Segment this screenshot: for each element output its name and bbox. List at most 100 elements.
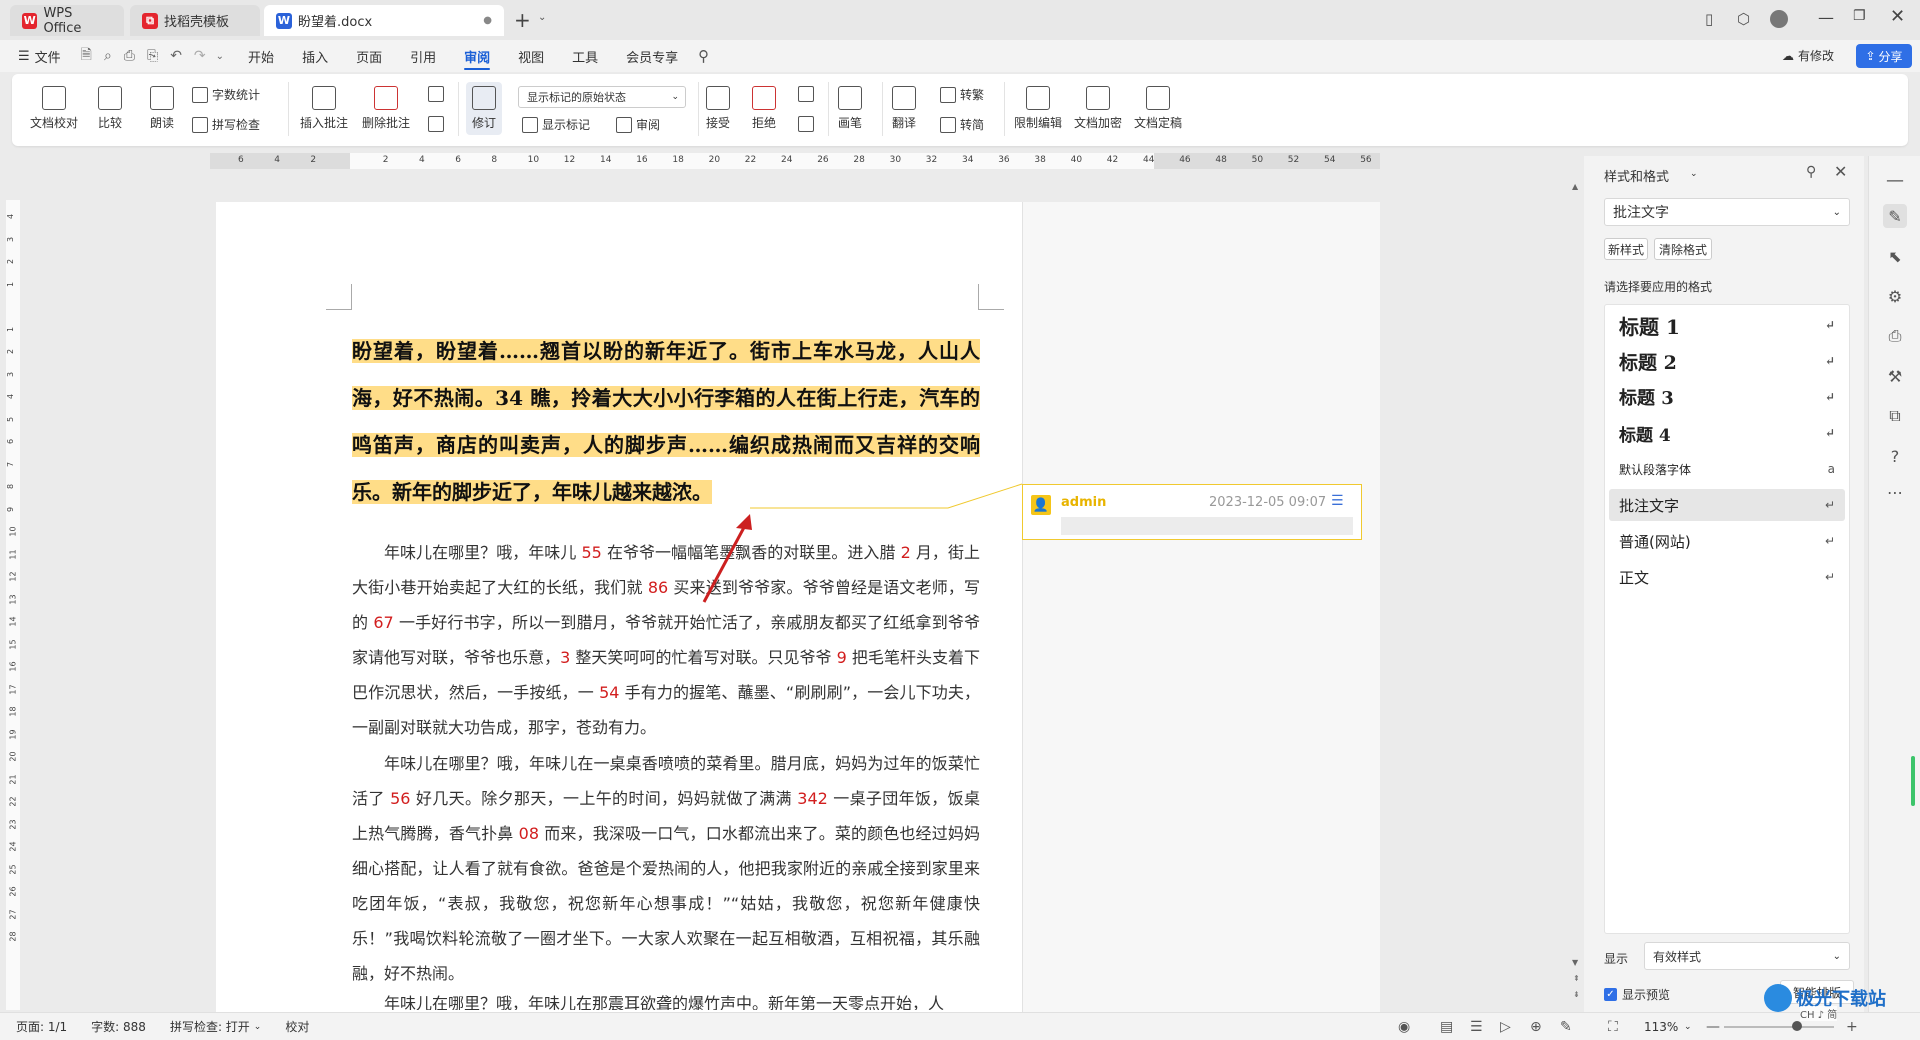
save-icon[interactable]: 🗎	[81, 44, 92, 68]
changes-indicator[interactable]: ☁ 有修改	[1782, 47, 1834, 64]
ink-button[interactable]: 画笔	[838, 86, 862, 131]
zoom-slider-thumb[interactable]	[1792, 1021, 1802, 1031]
help-icon[interactable]: ?	[1883, 444, 1907, 468]
zoom-level[interactable]: 113%	[1644, 1020, 1678, 1034]
style-heading-2[interactable]: 标题 2 ↵	[1609, 345, 1845, 377]
insert-comment-button[interactable]: 插入批注	[300, 86, 348, 131]
more-icon[interactable]: ⋯	[1883, 480, 1907, 504]
style-heading-3[interactable]: 标题 3 ↵	[1609, 381, 1845, 413]
comment-input[interactable]	[1061, 517, 1353, 535]
print-icon[interactable]: ⎙	[124, 48, 135, 64]
compare-button[interactable]: 比较	[98, 86, 122, 131]
settings-sliders-icon[interactable]: ⚙	[1883, 284, 1907, 308]
scroll-up-icon[interactable]: ▲	[1572, 182, 1578, 191]
reject-button[interactable]: 拒绝	[752, 86, 776, 131]
to-simplified-button[interactable]: 转简	[940, 116, 984, 133]
menu-references[interactable]: 引用	[396, 40, 450, 72]
menu-insert[interactable]: 插入	[288, 40, 342, 72]
next-change-button[interactable]	[798, 116, 818, 132]
zoom-slider[interactable]	[1724, 1021, 1834, 1031]
menu-home[interactable]: 开始	[234, 40, 288, 72]
menu-tools[interactable]: 工具	[558, 40, 612, 72]
avatar[interactable]	[1770, 10, 1788, 28]
menu-member[interactable]: 会员专享	[612, 40, 692, 72]
scroll-down-icon[interactable]: ▼	[1572, 958, 1578, 967]
search-icon[interactable]: ⚲	[698, 47, 709, 65]
next-page-icon[interactable]: ⇟	[1573, 990, 1580, 999]
restrict-edit-button[interactable]: 限制编辑	[1014, 86, 1062, 131]
current-style-select[interactable]: 批注文字 ⌄	[1604, 198, 1850, 226]
pen-mode-icon[interactable]: ✎	[1560, 1019, 1572, 1035]
style-comment-text[interactable]: 批注文字 ↵	[1609, 489, 1845, 521]
style-heading-1[interactable]: 标题 1 ↵	[1609, 309, 1845, 341]
proofread-button[interactable]: 文档校对	[30, 86, 78, 131]
page-view-icon[interactable]: ▤	[1440, 1019, 1453, 1035]
delete-comment-button[interactable]: 删除批注	[362, 86, 410, 131]
encrypt-button[interactable]: 文档加密	[1074, 86, 1122, 131]
clear-format-button[interactable]: 清除格式	[1654, 238, 1712, 260]
tools-icon[interactable]: ⚒	[1883, 364, 1907, 388]
track-changes-button[interactable]: 修订	[466, 82, 503, 135]
tab-wps-office[interactable]: W WPS Office	[10, 5, 124, 36]
select-cursor-icon[interactable]: ⬉	[1883, 244, 1907, 268]
word-count-button[interactable]: 字数统计	[192, 86, 260, 103]
comment-menu-icon[interactable]: ☰	[1331, 493, 1344, 509]
prev-page-icon[interactable]: ⇞	[1573, 974, 1580, 983]
format-painter-icon[interactable]: ⌕	[104, 48, 112, 64]
more-chevron-icon[interactable]: ⌄	[216, 51, 224, 62]
word-count[interactable]: 字数: 888	[91, 1018, 146, 1035]
new-tab-button[interactable]: +	[514, 8, 531, 32]
panel-title[interactable]: 样式和格式	[1604, 166, 1669, 185]
layout-icon[interactable]: ▯	[1705, 10, 1713, 28]
comment-balloon[interactable]: 👤 admin 2023-12-05 09:07 ☰	[1022, 484, 1362, 540]
pin-icon[interactable]: ⚲	[1806, 164, 1816, 180]
vertical-ruler[interactable]: 4 3 2 1 1 2 3 4 5 6 7 8 9 10 11 12 13 14 15 16 17 18 19 20 21 22 2…	[6, 200, 20, 1010]
menu-view[interactable]: 视图	[504, 40, 558, 72]
paragraph-2[interactable]: 年味儿在哪里？哦，年味儿在一桌桌香喷喷的菜肴里。腊月底，妈妈为过年的饭菜忙活了 …	[352, 746, 980, 991]
close-window-icon[interactable]: ✕	[1890, 6, 1905, 27]
style-normal-web[interactable]: 普通(网站) ↵	[1609, 525, 1845, 557]
style-default-font[interactable]: 默认段落字体 a	[1609, 453, 1845, 485]
to-traditional-button[interactable]: 转繁	[940, 86, 984, 103]
fit-page-icon[interactable]: ⛶	[1608, 1019, 1618, 1035]
print-preview-icon[interactable]: ⎘	[147, 48, 158, 64]
image-edit-icon[interactable]: ⎙	[1883, 324, 1907, 348]
style-pen-icon[interactable]: ✎	[1883, 204, 1907, 228]
review-pane-button[interactable]: 审阅	[616, 116, 660, 133]
menu-page[interactable]: 页面	[342, 40, 396, 72]
translate-button[interactable]: 翻译	[892, 86, 916, 131]
tab-document[interactable]: W 盼望着.docx ●	[264, 5, 504, 36]
show-filter-select[interactable]: 有效样式 ⌄	[1644, 942, 1850, 970]
web-view-icon[interactable]: ⊕	[1530, 1019, 1542, 1035]
paragraph-3[interactable]: 年味儿在哪里？哦，年味儿在那震耳欲聋的爆竹声中。新年第一天零点开始，人	[352, 990, 980, 1010]
outline-view-icon[interactable]: ☰	[1470, 1019, 1483, 1035]
close-panel-icon[interactable]: ✕	[1834, 162, 1847, 181]
minimize-icon[interactable]: —	[1818, 8, 1834, 27]
prev-comment-button[interactable]	[428, 86, 448, 102]
page-count[interactable]: 页面: 1/1	[16, 1018, 67, 1035]
tab-close-icon[interactable]: ●	[483, 15, 492, 26]
restore-icon[interactable]: ❐	[1853, 8, 1866, 24]
box-icon[interactable]: ⬡	[1737, 10, 1750, 28]
zoom-in-icon[interactable]: +	[1846, 1019, 1858, 1035]
chevron-down-icon[interactable]: ⌄	[1684, 1022, 1692, 1032]
finalize-button[interactable]: 文档定稿	[1134, 86, 1182, 131]
zoom-out-icon[interactable]: —	[1706, 1019, 1720, 1035]
menu-collapse-icon[interactable]: —	[1883, 168, 1907, 192]
preview-checkbox[interactable]: ✓ 显示预览	[1604, 986, 1670, 1003]
tab-docer[interactable]: ⧉ 找稻壳模板	[130, 5, 260, 36]
vertical-scrollbar[interactable]: ▲ ▼ ⇞ ⇟	[1570, 172, 1584, 1012]
book-icon[interactable]: ⧉	[1883, 404, 1907, 428]
accept-button[interactable]: 接受	[706, 86, 730, 131]
spell-check-button[interactable]: 拼写检查	[192, 116, 260, 133]
file-menu[interactable]: ☰ 文件	[0, 40, 75, 72]
redo-icon[interactable]: ↷	[194, 48, 206, 64]
prev-change-button[interactable]	[798, 86, 818, 102]
tab-list-chevron-icon[interactable]: ⌄	[538, 12, 546, 23]
play-icon[interactable]: ▷	[1500, 1019, 1511, 1035]
chevron-down-icon[interactable]: ⌄	[254, 1022, 262, 1032]
display-mode-select[interactable]: 显示标记的原始状态 ⌄	[518, 86, 686, 108]
eye-icon[interactable]: ◉	[1398, 1019, 1410, 1035]
next-comment-button[interactable]	[428, 116, 448, 132]
style-heading-4[interactable]: 标题 4 ↵	[1609, 417, 1845, 449]
